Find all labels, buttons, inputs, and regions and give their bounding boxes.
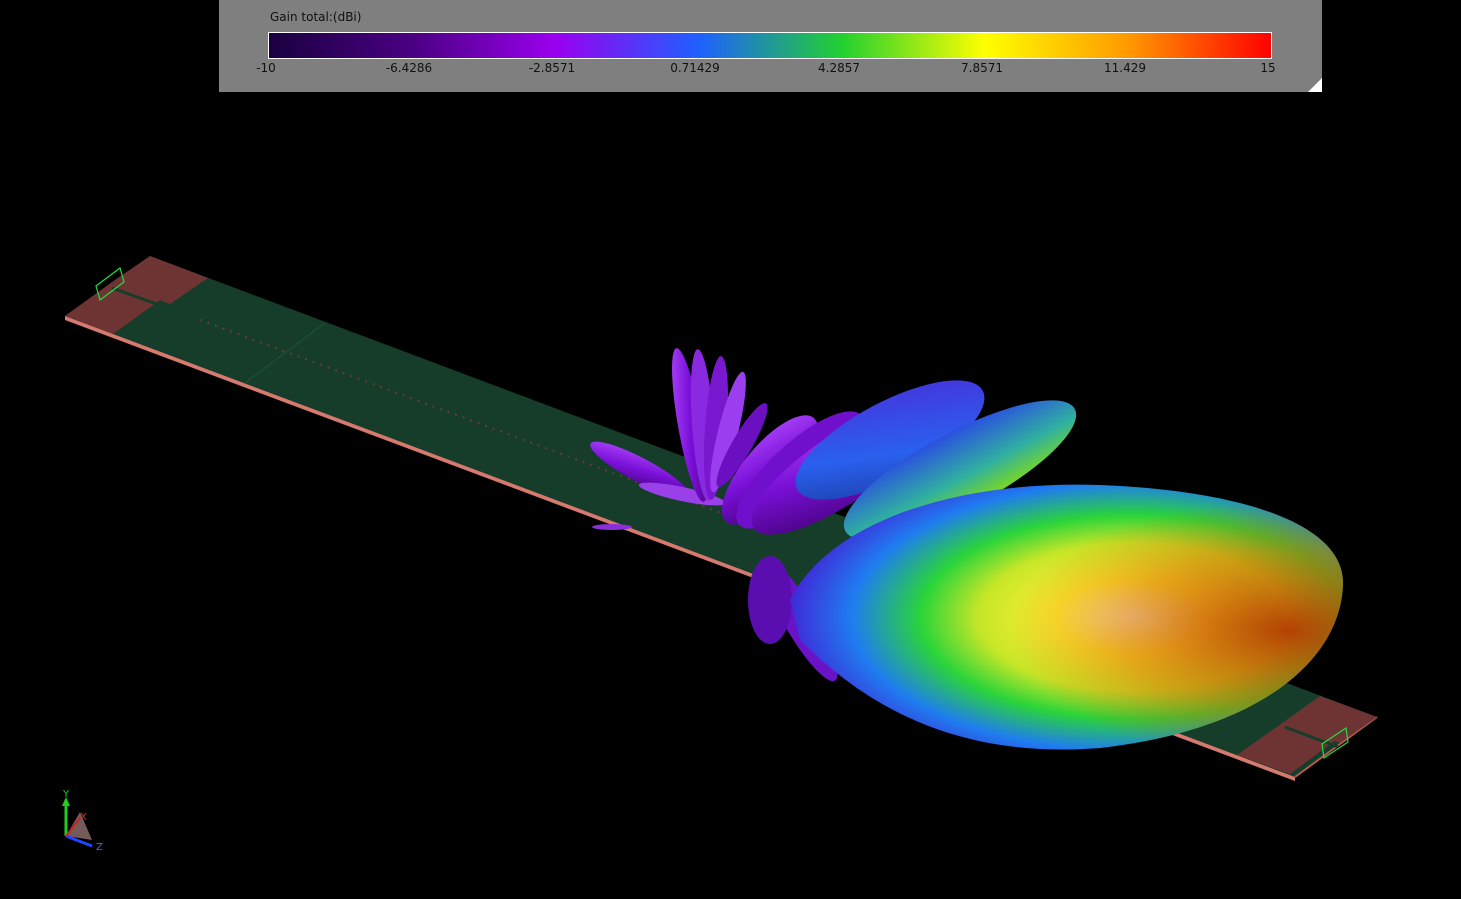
colorbar-tick: 0.71429: [670, 61, 720, 75]
axis-y-label: Y: [62, 789, 70, 800]
legend-title: Gain total:(dBi): [270, 10, 362, 24]
colorbar-tick: -10: [256, 61, 276, 75]
axis-triad: Y X Z: [62, 789, 103, 853]
colorbar-tick: 15: [1260, 61, 1276, 75]
legend-resize-grip[interactable]: [1308, 78, 1322, 92]
colorbar-tick: 11.429: [1104, 61, 1146, 75]
axis-z-label: Z: [96, 842, 103, 853]
colorbar-tick: 7.8571: [961, 61, 1003, 75]
axis-x-label: X: [80, 812, 87, 823]
color-legend: Gain total:(dBi) -10 -6.4286 -2.8571 0.7…: [219, 0, 1322, 92]
viewport-3d[interactable]: Y X Z: [0, 0, 1461, 899]
colorbar-tick: -2.8571: [528, 61, 576, 75]
colorbar: [268, 32, 1272, 59]
colorbar-tick: -6.4286: [385, 61, 433, 75]
colorbar-tick: 4.2857: [818, 61, 860, 75]
